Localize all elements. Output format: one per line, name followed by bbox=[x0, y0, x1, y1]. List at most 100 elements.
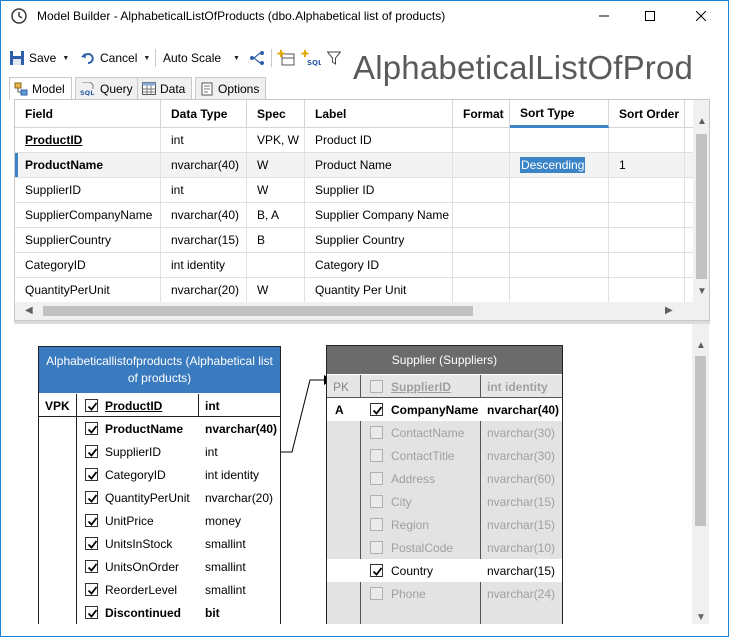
grid-cell-field[interactable]: CategoryID bbox=[15, 253, 161, 278]
tab-query[interactable]: SQL Query bbox=[75, 77, 140, 99]
filter-button[interactable] bbox=[327, 45, 341, 71]
scroll-left-icon[interactable]: ◀ bbox=[25, 305, 33, 316]
maximize-button[interactable] bbox=[627, 1, 673, 31]
cancel-button[interactable]: Cancel ▼ bbox=[81, 45, 150, 71]
grid-cell-label[interactable]: Supplier Company Name bbox=[305, 203, 453, 228]
grid-scroll-thumb[interactable] bbox=[696, 134, 707, 279]
entity-alphabetical-list-of-products[interactable]: Alphabeticallistofproducts (Alphabetical… bbox=[38, 346, 281, 624]
column-header-sort-type[interactable]: Sort Type bbox=[510, 100, 609, 128]
tab-data[interactable]: Data bbox=[137, 77, 193, 99]
tab-model[interactable]: Model bbox=[9, 77, 72, 100]
grid-cell-sort-order[interactable] bbox=[609, 228, 685, 253]
entity-field-name[interactable]: QuantityPerUnit bbox=[105, 486, 190, 509]
grid-cell-sort-type[interactable] bbox=[510, 178, 609, 203]
grid-cell-type[interactable]: nvarchar(20) bbox=[161, 278, 247, 303]
entity-field-name[interactable]: Address bbox=[391, 467, 435, 490]
grid-cell-format[interactable] bbox=[453, 253, 510, 278]
entity-field-name[interactable]: ContactTitle bbox=[391, 444, 455, 467]
entity-field-name[interactable]: UnitsInStock bbox=[105, 532, 172, 555]
grid-cell-type[interactable]: int identity bbox=[161, 253, 247, 278]
checkbox-checked[interactable] bbox=[85, 491, 98, 504]
grid-cell-sort-type[interactable] bbox=[510, 253, 609, 278]
entity-field-name[interactable]: ContactName bbox=[391, 421, 464, 444]
entity-field-name[interactable]: Region bbox=[391, 513, 429, 536]
tab-options[interactable]: Options bbox=[195, 77, 267, 99]
entity-field-name[interactable]: ProductID bbox=[105, 394, 162, 417]
auto-scale-dropdown[interactable]: Auto Scale ▼ bbox=[163, 45, 240, 71]
add-field-button[interactable] bbox=[277, 45, 295, 71]
column-header-data-type[interactable]: Data Type bbox=[161, 100, 247, 128]
grid-cell-sort-type[interactable]: Descending bbox=[510, 153, 609, 178]
scroll-right-icon[interactable]: ▶ bbox=[665, 305, 673, 316]
column-header-field[interactable]: Field bbox=[15, 100, 161, 128]
grid-cell-spec[interactable]: W bbox=[247, 278, 305, 303]
entity-header[interactable]: Alphabeticallistofproducts (Alphabetical… bbox=[39, 347, 280, 393]
column-header-spec[interactable]: Spec bbox=[247, 100, 305, 128]
checkbox-unchecked[interactable] bbox=[370, 449, 383, 462]
entity-field-name[interactable]: Discontinued bbox=[105, 601, 181, 624]
entity-field-name[interactable]: ReorderLevel bbox=[105, 578, 177, 601]
grid-cell-label[interactable]: Quantity Per Unit bbox=[305, 278, 453, 303]
scroll-down-icon[interactable]: ▼ bbox=[696, 612, 706, 623]
grid-cell-field[interactable]: SupplierID bbox=[15, 178, 161, 203]
checkbox-unchecked[interactable] bbox=[370, 472, 383, 485]
grid-cell-type[interactable]: nvarchar(40) bbox=[161, 203, 247, 228]
checkbox-checked[interactable] bbox=[85, 399, 98, 412]
diagram-scroll-thumb[interactable] bbox=[695, 356, 706, 526]
grid-cell-sort-order[interactable] bbox=[609, 178, 685, 203]
grid-cell-format[interactable] bbox=[453, 128, 510, 153]
grid-cell-field[interactable]: SupplierCompanyName bbox=[15, 203, 161, 228]
grid-cell-label[interactable]: Supplier Country bbox=[305, 228, 453, 253]
minimize-button[interactable] bbox=[581, 1, 627, 31]
diagram-vertical-scrollbar[interactable]: ▲ ▼ bbox=[692, 324, 709, 624]
entity-field-name[interactable]: UnitPrice bbox=[105, 509, 154, 532]
checkbox-unchecked[interactable] bbox=[370, 587, 383, 600]
checkbox-checked[interactable] bbox=[85, 537, 98, 550]
checkbox-checked[interactable] bbox=[85, 514, 98, 527]
close-button[interactable] bbox=[673, 1, 728, 31]
checkbox-checked[interactable] bbox=[85, 468, 98, 481]
add-sql-button[interactable]: SQL bbox=[301, 45, 321, 71]
grid-cell-sort-order[interactable] bbox=[609, 203, 685, 228]
cancel-dropdown-icon[interactable]: ▼ bbox=[143, 55, 150, 62]
grid-cell-format[interactable] bbox=[453, 228, 510, 253]
save-dropdown-icon[interactable]: ▼ bbox=[62, 55, 69, 62]
grid-cell-label[interactable]: Product ID bbox=[305, 128, 453, 153]
scroll-up-icon[interactable]: ▲ bbox=[696, 340, 706, 351]
checkbox-unchecked[interactable] bbox=[370, 380, 383, 393]
checkbox-checked[interactable] bbox=[85, 445, 98, 458]
checkbox-unchecked[interactable] bbox=[370, 518, 383, 531]
checkbox-unchecked[interactable] bbox=[370, 426, 383, 439]
grid-cell-format[interactable] bbox=[453, 178, 510, 203]
entity-field-name[interactable]: City bbox=[391, 490, 412, 513]
sort-type-editor[interactable]: Descending bbox=[520, 157, 586, 173]
grid-cell-spec[interactable]: VPK, W bbox=[247, 128, 305, 153]
grid-cell-spec[interactable]: B bbox=[247, 228, 305, 253]
checkbox-checked[interactable] bbox=[85, 422, 98, 435]
entity-field-name[interactable]: Country bbox=[391, 559, 433, 582]
entity-field-name[interactable]: Phone bbox=[391, 582, 426, 605]
entity-field-name[interactable]: ProductName bbox=[105, 417, 183, 440]
grid-cell-format[interactable] bbox=[453, 203, 510, 228]
entity-field-name[interactable]: CompanyName bbox=[391, 398, 478, 421]
grid-cell-field[interactable]: QuantityPerUnit bbox=[15, 278, 161, 303]
entity-field-name[interactable]: UnitsOnOrder bbox=[105, 555, 179, 578]
grid-cell-spec[interactable]: B, A bbox=[247, 203, 305, 228]
grid-cell-sort-type[interactable] bbox=[510, 228, 609, 253]
entity-header[interactable]: Supplier (Suppliers) bbox=[327, 346, 562, 374]
column-header-label[interactable]: Label bbox=[305, 100, 453, 128]
checkbox-checked[interactable] bbox=[85, 583, 98, 596]
checkbox-checked[interactable] bbox=[85, 606, 98, 619]
grid-cell-sort-order[interactable] bbox=[609, 128, 685, 153]
checkbox-unchecked[interactable] bbox=[370, 541, 383, 554]
grid-cell-spec[interactable]: W bbox=[247, 153, 305, 178]
save-button[interactable]: Save ▼ bbox=[9, 45, 69, 71]
grid-cell-format[interactable] bbox=[453, 153, 510, 178]
grid-cell-sort-type[interactable] bbox=[510, 278, 609, 303]
grid-cell-label[interactable]: Supplier ID bbox=[305, 178, 453, 203]
grid-cell-format[interactable] bbox=[453, 278, 510, 303]
grid-cell-label[interactable]: Category ID bbox=[305, 253, 453, 278]
grid-cell-spec[interactable] bbox=[247, 253, 305, 278]
grid-cell-field[interactable]: ProductID bbox=[15, 128, 161, 153]
entity-supplier[interactable]: Supplier (Suppliers) PK SupplierID int ide… bbox=[326, 345, 563, 624]
